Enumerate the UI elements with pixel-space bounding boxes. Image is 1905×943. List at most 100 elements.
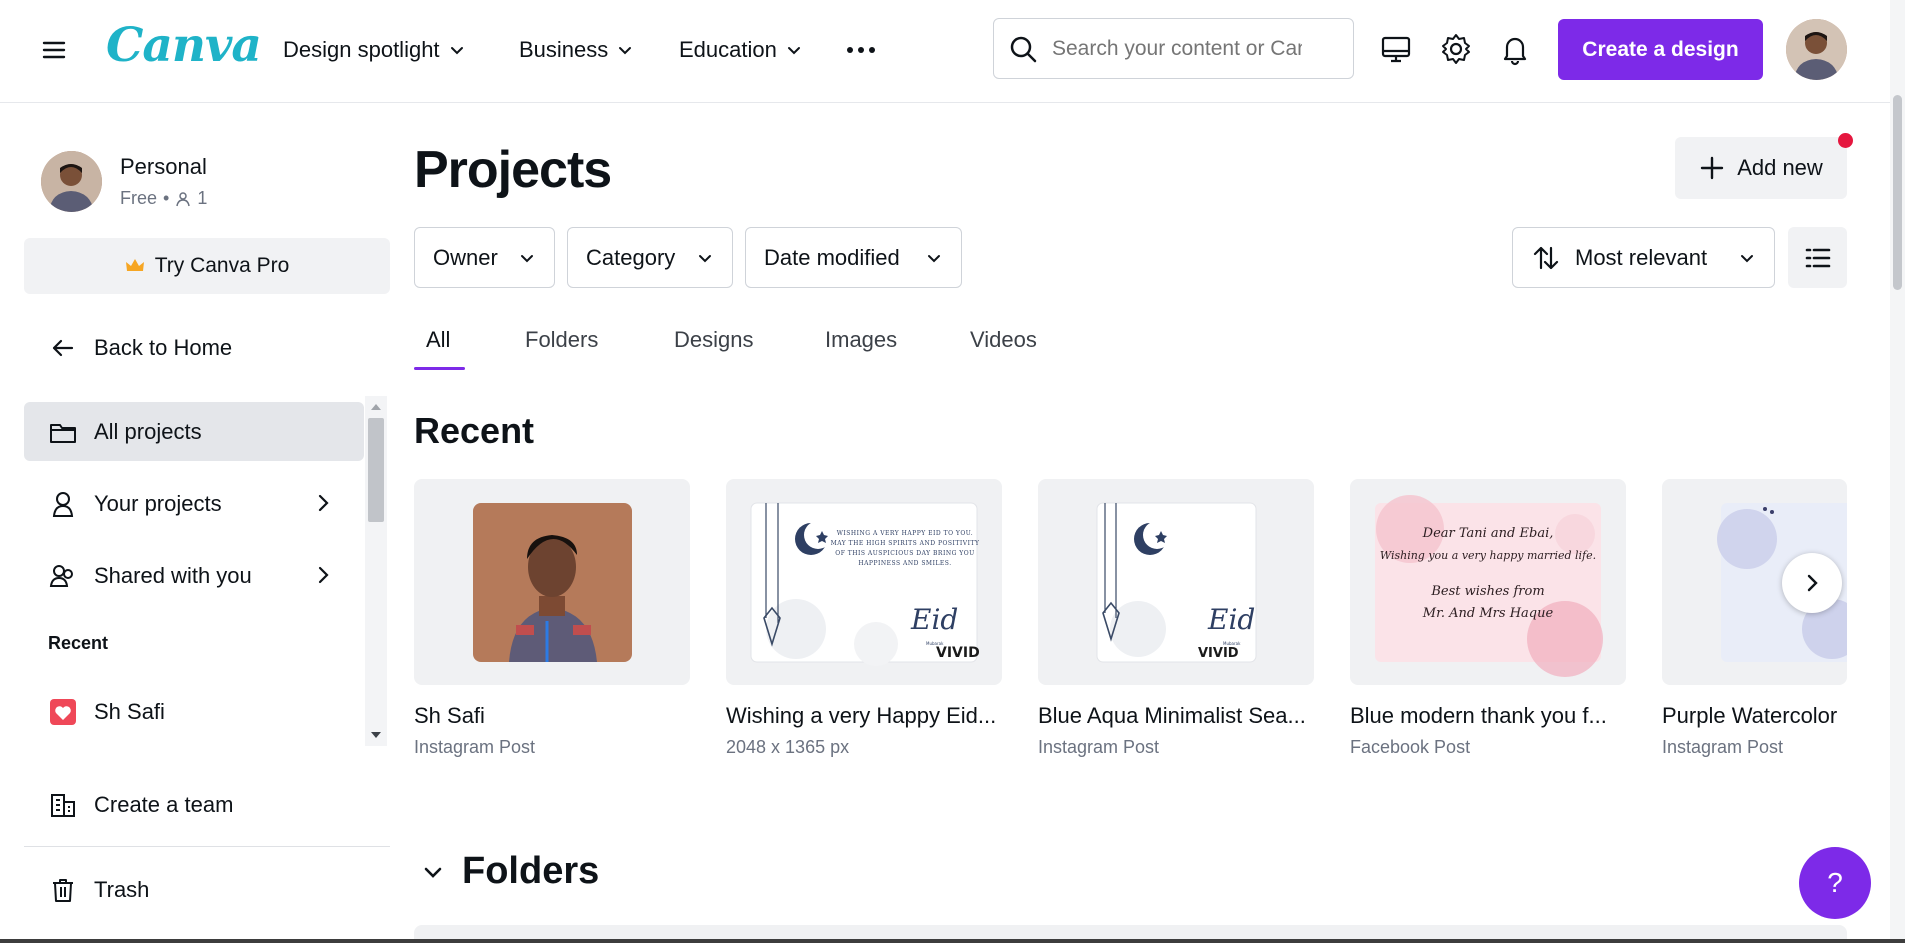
sidebar-item-label: Your projects (94, 490, 222, 516)
sidebar-item-all-projects[interactable]: All projects (24, 402, 364, 461)
carousel-next-button[interactable] (1782, 553, 1842, 613)
active-tab-indicator (414, 367, 465, 370)
card-subtitle: Instagram Post (414, 737, 536, 757)
tab-images[interactable]: Images (825, 327, 897, 371)
thumb-line: Wishing a very Happy Eid to you. (836, 530, 974, 537)
chevron-down-icon (699, 254, 711, 262)
separator-dot: • (163, 188, 170, 208)
recent-item[interactable]: Sh Safi (24, 682, 364, 741)
chevron-down-icon (928, 254, 940, 262)
thumb-brand: VIVID (1198, 646, 1239, 661)
chevron-down-icon (521, 254, 533, 262)
sidebar-item-shared-with-you[interactable]: Shared with you (24, 546, 364, 605)
sort-dropdown[interactable]: Most relevant (1512, 227, 1775, 288)
top-navigation-bar: Canva Design spotlight Business Educatio… (0, 0, 1905, 103)
plan-label: Free (120, 188, 158, 208)
design-card[interactable]: Eid Mubarak VIVID Blue Aqua Minimalist S… (1038, 479, 1314, 758)
page-scrollbar[interactable] (1890, 0, 1905, 943)
trash-link[interactable]: Trash (24, 860, 364, 919)
list-view-toggle[interactable] (1788, 227, 1847, 288)
recent-item-label: Sh Safi (94, 698, 165, 724)
sort-arrows-icon (1533, 246, 1559, 269)
try-pro-label: Try Canva Pro (154, 254, 290, 277)
nav-label: Design spotlight (283, 37, 440, 62)
profile-name[interactable]: Personal (120, 154, 207, 180)
hamburger-icon[interactable] (38, 34, 70, 66)
heart-icon (50, 698, 76, 725)
thumb-line: happiness and smiles. (858, 560, 952, 567)
thumb-line: Wishing you a very happy married life. (1379, 549, 1597, 562)
create-team-link[interactable]: Create a team (24, 775, 364, 834)
people-icon (49, 564, 73, 587)
chevron-right-icon (1807, 574, 1818, 592)
member-count: 1 (197, 188, 208, 208)
gear-icon[interactable] (1439, 32, 1473, 66)
folders-heading: Folders (462, 850, 600, 892)
folders-section-toggle[interactable]: Folders (422, 850, 599, 893)
nav-education[interactable]: Education (679, 32, 803, 68)
chevron-down-icon (450, 47, 463, 55)
design-card[interactable]: Sh Safi Instagram Post (414, 479, 690, 758)
plus-icon (1700, 156, 1724, 180)
category-filter[interactable]: Category (567, 227, 733, 288)
bell-icon[interactable] (1498, 32, 1532, 66)
back-to-home-link[interactable]: Back to Home (24, 318, 364, 377)
create-design-button[interactable]: Create a design (1558, 19, 1763, 80)
tab-folders[interactable]: Folders (525, 327, 598, 371)
design-thumbnail[interactable]: Eid Mubarak VIVID Wishing a very Happy E… (726, 479, 1002, 685)
card-subtitle: Instagram Post (1662, 737, 1784, 757)
thumb-brand: VIVID (936, 645, 980, 661)
card-subtitle: Facebook Post (1350, 737, 1471, 757)
tab-designs[interactable]: Designs (674, 327, 753, 371)
person-icon (176, 191, 191, 206)
canva-logo[interactable]: Canva (106, 18, 262, 73)
owner-filter[interactable]: Owner (414, 227, 555, 288)
date-modified-filter[interactable]: Date modified (745, 227, 962, 288)
notification-dot (1838, 133, 1853, 148)
nav-design-spotlight[interactable]: Design spotlight (283, 32, 466, 68)
design-card[interactable]: Eid Mubarak VIVID Wishing a very Happy E… (726, 479, 1002, 758)
help-button[interactable]: ? (1799, 847, 1871, 919)
sidebar-scrollbar[interactable] (365, 396, 387, 746)
arrow-left-icon (52, 339, 74, 356)
design-thumbnail[interactable]: Eid Mubarak VIVID (1038, 479, 1314, 685)
search-box[interactable] (993, 18, 1354, 79)
chevron-down-icon (619, 47, 632, 55)
chevron-right-icon (318, 494, 329, 512)
card-title[interactable]: Blue modern thank you f... (1350, 703, 1626, 729)
thumb-script-text: Eid (910, 603, 958, 636)
try-canva-pro-button[interactable]: Try Canva Pro (24, 238, 390, 294)
desktop-icon[interactable] (1379, 32, 1413, 66)
thumb-line: Best wishes from (1431, 584, 1545, 599)
tab-videos[interactable]: Videos (970, 327, 1037, 371)
card-title[interactable]: Wishing a very Happy Eid... (726, 703, 1002, 729)
thumb-script-text: Eid (1207, 603, 1255, 636)
search-input[interactable] (1052, 36, 1302, 61)
filter-label: Date modified (764, 244, 900, 270)
thumb-line: Dear Tani and Ebai, (1422, 526, 1554, 541)
tab-all[interactable]: All (426, 327, 450, 371)
card-title[interactable]: Sh Safi (414, 703, 690, 729)
design-thumbnail[interactable] (414, 479, 690, 685)
list-icon (1805, 248, 1830, 267)
card-subtitle: Instagram Post (1038, 737, 1160, 757)
thumb-line: of this auspicious day bring you (835, 550, 975, 557)
page-title: Projects (414, 141, 612, 199)
nav-business[interactable]: Business (519, 32, 634, 68)
profile-avatar[interactable] (41, 151, 102, 212)
trash-icon (53, 878, 73, 902)
user-avatar[interactable] (1786, 19, 1847, 80)
design-thumbnail[interactable]: Dear Tani and Ebai, Wishing you a very h… (1350, 479, 1626, 685)
sidebar-item-your-projects[interactable]: Your projects (24, 474, 364, 533)
card-title[interactable]: Purple Watercolor (1662, 703, 1847, 729)
card-title[interactable]: Blue Aqua Minimalist Sea... (1038, 703, 1314, 729)
person-icon (52, 491, 74, 517)
more-icon[interactable] (845, 36, 877, 64)
scrollbar-thumb[interactable] (1893, 95, 1902, 290)
design-card[interactable]: Dear Tani and Ebai, Wishing you a very h… (1350, 479, 1626, 758)
crown-icon (125, 259, 144, 271)
add-new-button[interactable]: Add new (1675, 137, 1847, 199)
design-card[interactable]: Purple Watercolor Instagram Post (1662, 479, 1847, 758)
sort-label: Most relevant (1575, 244, 1708, 270)
chevron-down-icon (424, 867, 442, 878)
